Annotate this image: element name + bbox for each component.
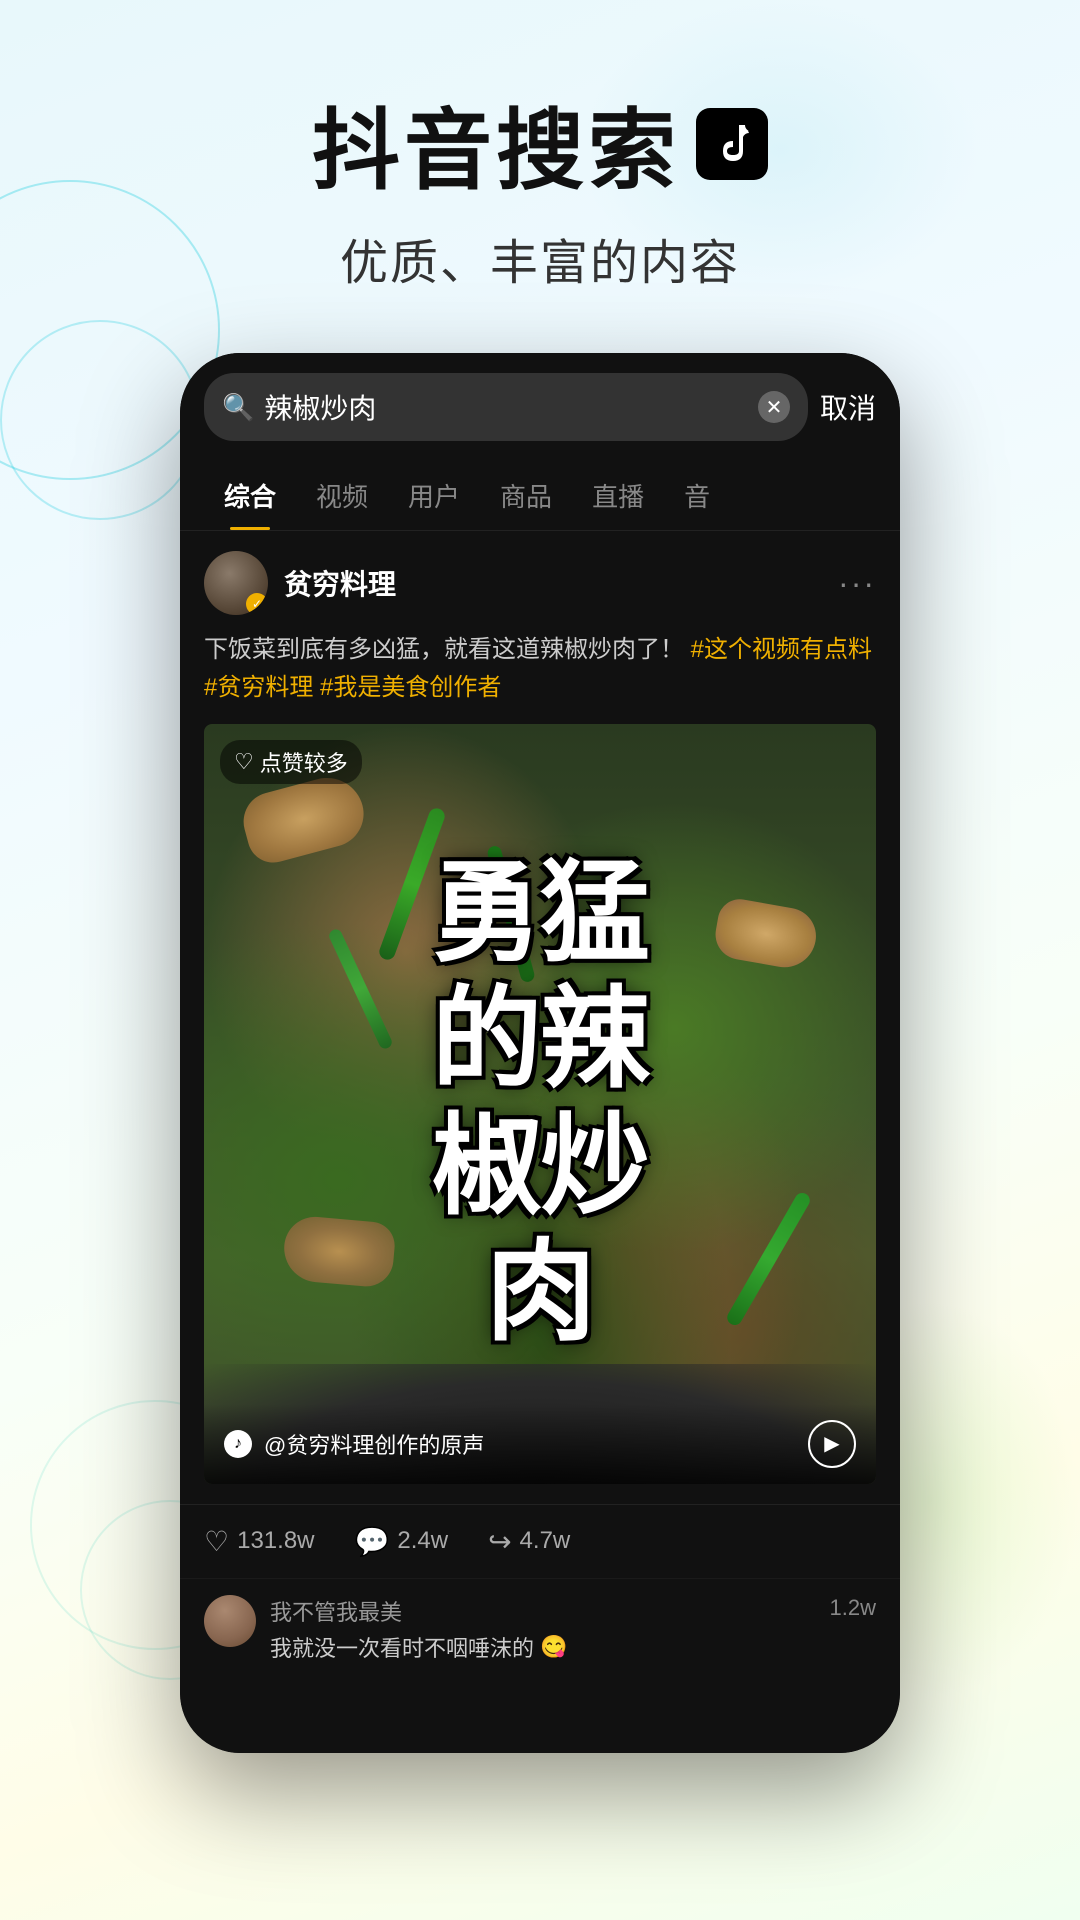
share-count-text: 4.7w	[520, 1527, 571, 1555]
verified-badge: ✓	[246, 593, 268, 615]
header: 抖音搜索 优质、丰富的内容	[0, 0, 1080, 293]
share-count[interactable]: ↪ 4.7w	[488, 1525, 570, 1558]
post-text: 下饭菜到底有多凶猛，就看这道辣椒炒肉了！ #这个视频有点料 #贫穷料理 #我是美…	[204, 631, 876, 708]
like-icon: ♡	[204, 1525, 229, 1558]
search-query-text: 辣椒炒肉	[264, 387, 748, 427]
comment-preview: 我不管我最美 我就没一次看时不咽唾沫的 😋 1.2w	[180, 1578, 900, 1679]
search-clear-button[interactable]: ✕	[758, 391, 790, 423]
phone-container: 🔍 辣椒炒肉 ✕ 取消 综合 视频 用户 商品	[0, 353, 1080, 1753]
comment-emoji: 😋	[540, 1634, 567, 1660]
hashtag-2[interactable]: #贫穷料理	[204, 674, 313, 701]
tab-视频[interactable]: 视频	[296, 461, 388, 530]
hashtag-3[interactable]: #我是美食创作者	[320, 674, 501, 701]
app-title-text: 抖音搜索	[312, 80, 680, 207]
like-count-text: 131.8w	[237, 1527, 314, 1555]
search-icon: 🔍	[222, 392, 254, 423]
video-bottom-bar: ♪ @贫穷料理创作的原声 ▶	[204, 1404, 876, 1484]
video-text-overlay: 勇猛的辣椒炒肉	[204, 724, 876, 1484]
comment-text: 我就没一次看时不咽唾沫的 😋	[270, 1631, 816, 1663]
commenter-avatar	[204, 1595, 256, 1647]
comment-count[interactable]: 💬 2.4w	[355, 1525, 449, 1558]
comment-body: 我不管我最美 我就没一次看时不咽唾沫的 😋	[270, 1595, 816, 1663]
share-icon: ↪	[488, 1525, 511, 1558]
like-count[interactable]: ♡ 131.8w	[204, 1525, 315, 1558]
tab-综合[interactable]: 综合	[204, 461, 296, 530]
engagement-row: ♡ 131.8w 💬 2.4w ↪ 4.7w	[180, 1504, 900, 1578]
phone-mockup: 🔍 辣椒炒肉 ✕ 取消 综合 视频 用户 商品	[180, 353, 900, 1753]
tab-bar: 综合 视频 用户 商品 直播 音	[180, 461, 900, 531]
avatar: ✓	[204, 551, 268, 615]
tiktok-note-icon: ♪	[224, 1430, 252, 1458]
content-card: ✓ 贫穷料理 ··· 下饭菜到底有多凶猛，就看这道辣椒炒肉了！ #这个视频有点料…	[180, 531, 900, 1504]
username[interactable]: 贫穷料理	[284, 563, 822, 603]
search-bar: 🔍 辣椒炒肉 ✕ 取消	[180, 353, 900, 461]
search-input-area[interactable]: 🔍 辣椒炒肉 ✕	[204, 373, 808, 441]
comment-count-text: 2.4w	[397, 1527, 448, 1555]
phone-screen: 🔍 辣椒炒肉 ✕ 取消 综合 视频 用户 商品	[180, 353, 900, 1753]
hashtag-1[interactable]: #这个视频有点料	[691, 636, 872, 663]
tab-音[interactable]: 音	[664, 461, 730, 530]
commenter-username[interactable]: 我不管我最美	[270, 1595, 816, 1627]
video-big-text: 勇猛的辣椒炒肉	[432, 851, 648, 1357]
tab-直播[interactable]: 直播	[572, 461, 664, 530]
comment-count-right: 1.2w	[830, 1595, 876, 1621]
comment-icon: 💬	[355, 1525, 390, 1558]
user-row: ✓ 贫穷料理 ···	[204, 551, 876, 615]
play-button[interactable]: ▶	[808, 1420, 856, 1468]
tab-用户[interactable]: 用户	[388, 461, 480, 530]
app-subtitle: 优质、丰富的内容	[0, 223, 1080, 293]
search-cancel-button[interactable]: 取消	[820, 387, 876, 427]
tiktok-logo-icon	[696, 108, 768, 180]
more-options-button[interactable]: ···	[838, 565, 876, 602]
video-source-text: @贫穷料理创作的原声	[264, 1428, 796, 1460]
app-title-wrapper: 抖音搜索	[0, 80, 1080, 207]
tab-商品[interactable]: 商品	[480, 461, 572, 530]
video-thumbnail[interactable]: ♡ 点赞较多 勇猛的辣椒炒肉 ♪ @贫穷料理创作的原声 ▶	[204, 724, 876, 1484]
